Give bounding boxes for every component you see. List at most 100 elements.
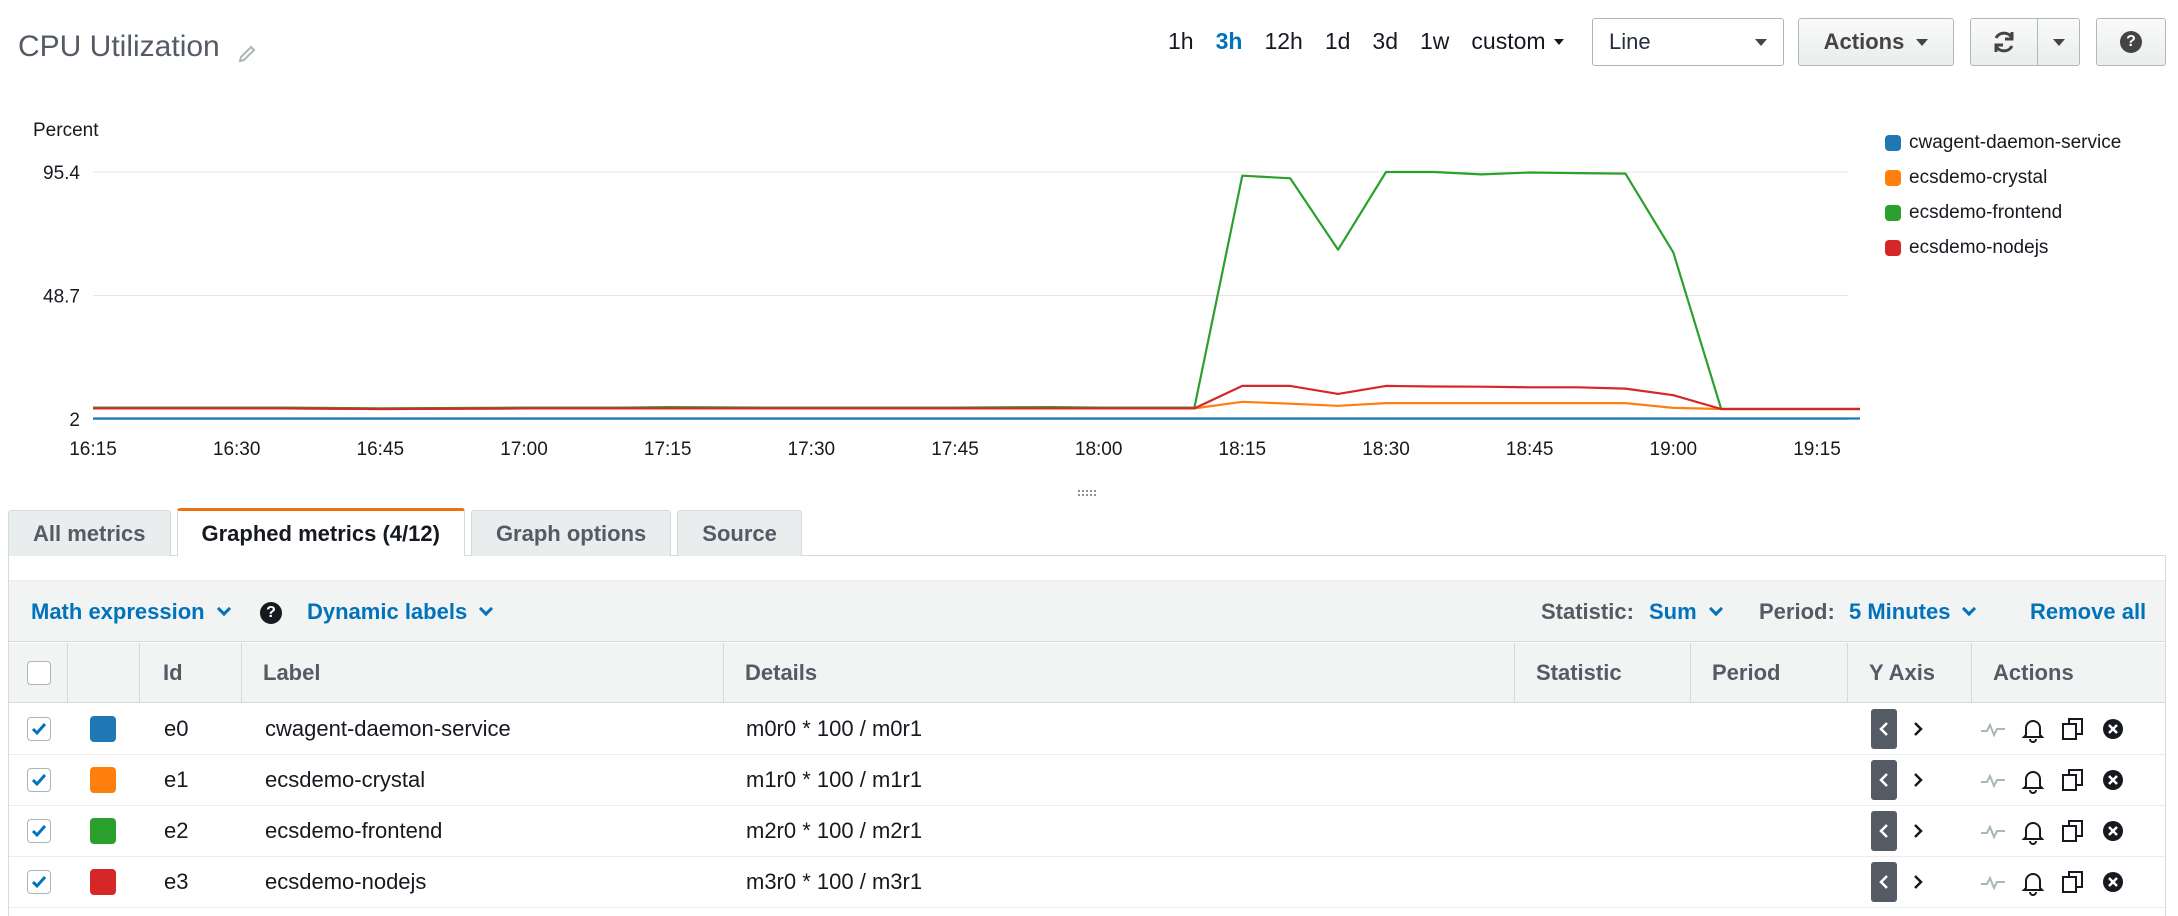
legend-swatch — [1885, 205, 1901, 221]
period-dropdown[interactable]: 5 Minutes — [1849, 581, 1977, 643]
dynamic-labels-dropdown[interactable]: Dynamic labels — [307, 581, 494, 643]
duplicate-icon[interactable] — [2059, 715, 2087, 743]
remove-all-link[interactable]: Remove all — [2030, 581, 2146, 643]
legend-item[interactable]: cwagent-daemon-service — [1885, 132, 2121, 154]
y-axis-left-button[interactable] — [1871, 709, 1897, 749]
range-custom[interactable]: custom — [1471, 28, 1564, 55]
column-header-id[interactable]: Id — [145, 643, 183, 703]
tab-graph-options[interactable]: Graph options — [470, 510, 672, 556]
row-checkbox[interactable] — [27, 819, 51, 843]
row-actions — [1979, 704, 2127, 754]
chevron-left-icon — [1879, 722, 1888, 736]
y-axis-right-button[interactable] — [1905, 760, 1931, 800]
row-details[interactable]: m2r0 * 100 / m2r1 — [746, 806, 922, 856]
table-row: e1 ecsdemo-crystal m1r0 * 100 / m1r1 — [9, 755, 2165, 806]
column-header-y-axis[interactable]: Y Axis — [1851, 643, 1935, 703]
x-tick-label: 17:45 — [931, 439, 979, 460]
row-y-axis — [1871, 857, 1931, 907]
row-actions — [1979, 806, 2127, 856]
row-details[interactable]: m1r0 * 100 / m1r1 — [746, 755, 922, 805]
refresh-button[interactable] — [1970, 18, 2038, 66]
row-checkbox[interactable] — [27, 870, 51, 894]
remove-icon[interactable] — [2099, 817, 2127, 845]
y-axis-right-button[interactable] — [1905, 862, 1931, 902]
legend-item[interactable]: ecsdemo-frontend — [1885, 202, 2121, 224]
column-header-statistic[interactable]: Statistic — [1518, 643, 1622, 703]
resize-handle[interactable] — [1078, 490, 1096, 496]
row-select-cell — [27, 704, 51, 754]
anomaly-detection-icon[interactable] — [1979, 817, 2007, 845]
legend-item[interactable]: ecsdemo-crystal — [1885, 167, 2121, 189]
x-tick-label: 18:15 — [1219, 439, 1267, 460]
statistic-value: Sum — [1649, 599, 1697, 624]
series-color-swatch[interactable] — [90, 767, 116, 793]
duplicate-icon[interactable] — [2059, 766, 2087, 794]
row-label[interactable]: ecsdemo-frontend — [265, 806, 442, 856]
column-header-details[interactable]: Details — [727, 643, 817, 703]
range-1w[interactable]: 1w — [1420, 28, 1449, 55]
graph-type-select[interactable]: Line — [1592, 18, 1784, 66]
column-header-period[interactable]: Period — [1694, 643, 1780, 703]
row-label[interactable]: ecsdemo-nodejs — [265, 857, 426, 907]
select-all-checkbox[interactable] — [27, 661, 51, 685]
range-1h[interactable]: 1h — [1168, 28, 1194, 55]
anomaly-detection-icon[interactable] — [1979, 715, 2007, 743]
bell-icon[interactable] — [2019, 817, 2047, 845]
remove-icon[interactable] — [2099, 766, 2127, 794]
x-tick-label: 18:45 — [1506, 439, 1554, 460]
series-color-swatch[interactable] — [90, 869, 116, 895]
chevron-down-icon — [1708, 601, 1723, 617]
duplicate-icon[interactable] — [2059, 868, 2087, 896]
remove-icon[interactable] — [2099, 715, 2127, 743]
row-checkbox[interactable] — [27, 717, 51, 741]
refresh-options-button[interactable] — [2037, 18, 2080, 66]
legend-item[interactable]: ecsdemo-nodejs — [1885, 237, 2121, 259]
math-expression-dropdown[interactable]: Math expression — [31, 581, 231, 643]
row-y-axis — [1871, 755, 1931, 805]
bell-icon[interactable] — [2019, 766, 2047, 794]
time-range-selector: 1h 3h 12h 1d 3d 1w custom — [1168, 28, 1564, 55]
y-axis-left-button[interactable] — [1871, 811, 1897, 851]
row-id[interactable]: e2 — [164, 806, 188, 856]
checkmark-icon — [31, 723, 47, 736]
x-tick-label: 19:00 — [1650, 439, 1698, 460]
row-checkbox[interactable] — [27, 768, 51, 792]
row-id[interactable]: e0 — [164, 704, 188, 754]
statistic-dropdown[interactable]: Sum — [1649, 581, 1723, 643]
chevron-down-icon — [479, 601, 494, 617]
help-button[interactable]: ? — [2096, 18, 2166, 66]
duplicate-icon[interactable] — [2059, 817, 2087, 845]
row-id[interactable]: e3 — [164, 857, 188, 907]
chevron-left-icon — [1879, 773, 1888, 787]
row-label[interactable]: ecsdemo-crystal — [265, 755, 425, 805]
anomaly-detection-icon[interactable] — [1979, 868, 2007, 896]
y-axis-right-button[interactable] — [1905, 811, 1931, 851]
tab-source[interactable]: Source — [677, 510, 802, 556]
range-12h[interactable]: 12h — [1264, 28, 1302, 55]
column-header-actions: Actions — [1993, 660, 2074, 685]
row-details[interactable]: m3r0 * 100 / m3r1 — [746, 857, 922, 907]
y-axis-right-button[interactable] — [1905, 709, 1931, 749]
pencil-icon[interactable] — [236, 39, 258, 63]
legend-label: cwagent-daemon-service — [1909, 132, 2122, 153]
column-header-label[interactable]: Label — [245, 643, 320, 703]
tab-graphed-metrics[interactable]: Graphed metrics (4/12) — [176, 508, 465, 556]
row-label[interactable]: cwagent-daemon-service — [265, 704, 511, 754]
bell-icon[interactable] — [2019, 715, 2047, 743]
y-axis-left-button[interactable] — [1871, 760, 1897, 800]
bell-icon[interactable] — [2019, 868, 2047, 896]
range-1d[interactable]: 1d — [1325, 28, 1351, 55]
series-color-swatch[interactable] — [90, 716, 116, 742]
anomaly-detection-icon[interactable] — [1979, 766, 2007, 794]
tab-all-metrics[interactable]: All metrics — [8, 510, 171, 556]
remove-icon[interactable] — [2099, 868, 2127, 896]
page-title-container: CPU Utilization — [18, 30, 258, 64]
row-details[interactable]: m0r0 * 100 / m0r1 — [746, 704, 922, 754]
series-color-swatch[interactable] — [90, 818, 116, 844]
actions-button[interactable]: Actions — [1798, 18, 1954, 66]
range-3d[interactable]: 3d — [1372, 28, 1398, 55]
range-3h[interactable]: 3h — [1216, 28, 1243, 55]
y-axis-left-button[interactable] — [1871, 862, 1897, 902]
help-icon[interactable]: ? — [260, 602, 282, 624]
row-id[interactable]: e1 — [164, 755, 188, 805]
